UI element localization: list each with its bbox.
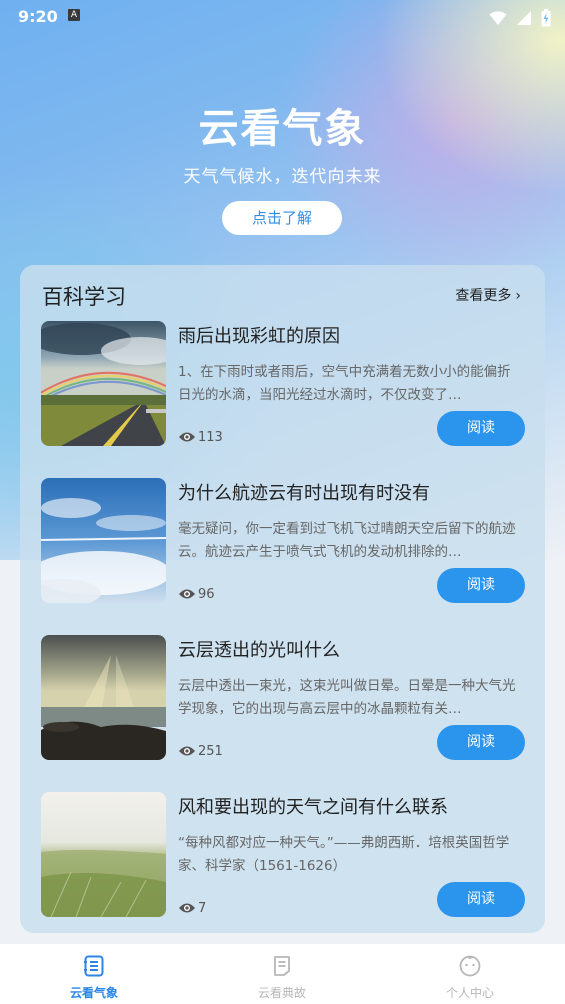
wifi-icon [489,10,507,25]
note-icon [274,956,290,976]
view-more-label: 查看更多 [455,288,512,304]
view-count: 113 [178,429,223,447]
status-bar: 9:20 A [0,0,565,32]
eye-icon [179,589,195,598]
encyclopedia-card: 百科学习 查看更多 › 雨后出现彩虹的原因 1、在下雨时或者雨后，空气中充满着无… [20,265,545,933]
cellular-signal-icon [516,10,531,25]
tab-label: 云看典故 [257,986,306,1000]
view-count: 251 [178,743,223,761]
article-thumbnail-contrail[interactable] [41,478,166,603]
tab-cloud-weather[interactable]: 云看气象 [0,944,188,1004]
read-button[interactable]: 阅读 [437,568,525,603]
app-subtitle: 天气气候水，迭代向未来 [183,167,382,187]
article-title[interactable]: 为什么航迹云有时出现有时没有 [178,479,523,505]
learn-more-button[interactable]: 点击了解 [222,201,342,235]
app-title: 云看气象 [198,106,367,152]
book-icon [84,955,104,977]
article-item[interactable]: 风和要出现的天气之间有什么联系 “每种风都对应一种天气。”——弗朗西斯．培根英国… [41,792,525,918]
article-item[interactable]: 雨后出现彩虹的原因 1、在下雨时或者雨后，空气中充满着无数小小的能偏折日光的水滴… [41,321,525,447]
view-count-value: 96 [198,587,215,602]
eye-icon [179,432,195,441]
article-thumbnail-grass[interactable] [41,792,166,917]
article-item[interactable]: 云层透出的光叫什么 云层中透出一束光，这束光叫做日晕。日晕是一种大气光学现象，它… [41,635,525,761]
view-count-value: 7 [198,901,207,916]
tab-label: 云看气象 [69,986,118,1000]
smile-face-icon [459,955,481,977]
bottom-tab-bar: 云看气象 云看典故 个人中心 [0,944,565,1004]
article-title[interactable]: 风和要出现的天气之间有什么联系 [178,793,523,819]
view-count: 96 [178,586,215,604]
article-description: 毫无疑问，你一定看到过飞机飞过晴朗天空后留下的航迹云。航迹云产生于喷气式飞机的发… [178,521,516,560]
view-count: 7 [178,900,206,918]
eye-icon [179,903,195,912]
eye-icon [179,746,195,755]
article-description: 云层中透出一束光，这束光叫做日晕。日晕是一种大气光学现象，它的出现与高云层中的冰… [178,678,516,717]
article-item[interactable]: 为什么航迹云有时出现有时没有 毫无疑问，你一定看到过飞机飞过晴朗天空后留下的航迹… [41,478,525,604]
tab-personal-center[interactable]: 个人中心 [376,944,564,1004]
article-description: “每种风都对应一种天气。”——弗朗西斯．培根英国哲学家、科学家（1561-162… [178,835,510,874]
article-title[interactable]: 云层透出的光叫什么 [178,636,523,662]
view-more-link[interactable]: 查看更多 › [455,285,521,305]
section-title: 百科学习 [42,285,126,309]
article-description: 1、在下雨时或者雨后，空气中充满着无数小小的能偏折日光的水滴，当阳光经过水滴时，… [178,364,511,403]
view-count-value: 113 [198,430,223,445]
status-icons [485,7,551,26]
view-count-value: 251 [198,744,223,759]
read-button[interactable]: 阅读 [437,411,525,446]
status-time: 9:20 [18,7,58,26]
article-thumbnail-sunbeam[interactable] [41,635,166,760]
notification-icon: A [68,9,80,21]
read-button[interactable]: 阅读 [437,725,525,760]
article-title[interactable]: 雨后出现彩虹的原因 [178,322,523,348]
battery-icon [541,8,551,26]
app-screen: 9:20 A 云看气象 天气气候水，迭代向未来 点击了解 百科学习 查看更多› [0,0,565,1004]
tab-label: 个人中心 [445,986,494,1000]
tab-cloud-stories[interactable]: 云看典故 [188,944,376,1004]
article-thumbnail-rainbow[interactable] [41,321,166,446]
chevron-right-icon: › [515,288,521,304]
read-button[interactable]: 阅读 [437,882,525,917]
